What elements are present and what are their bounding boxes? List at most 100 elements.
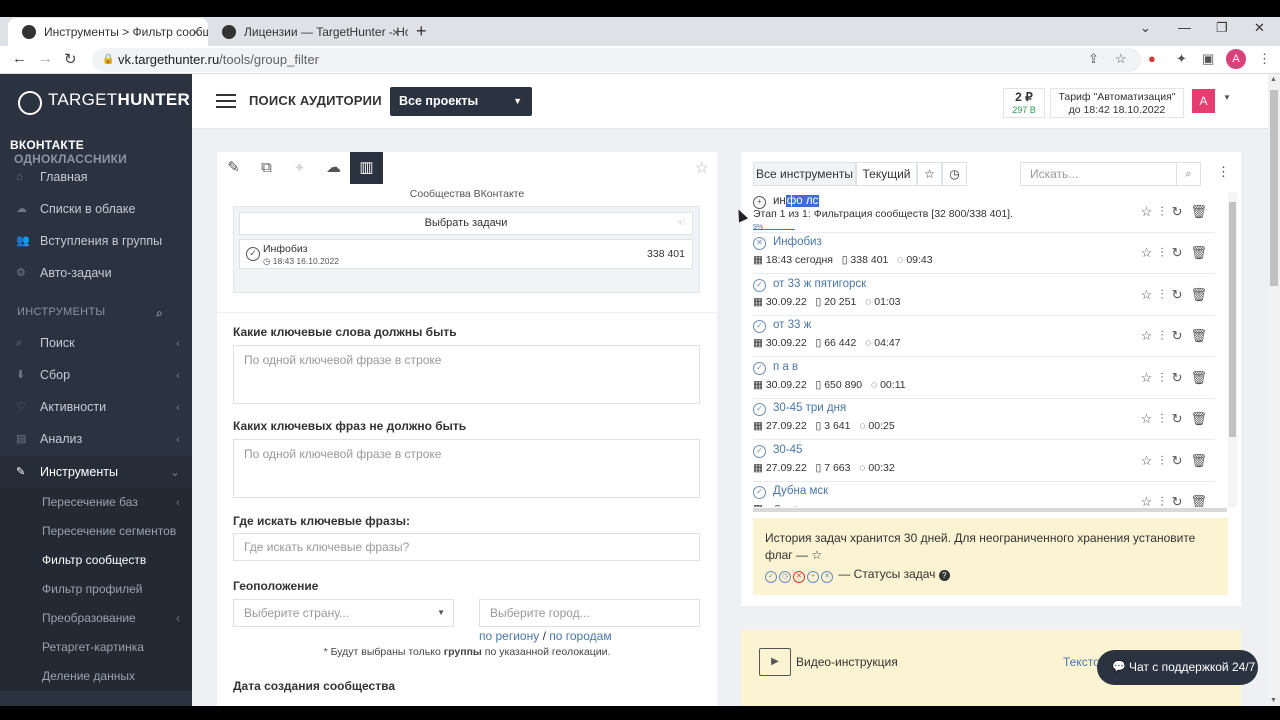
- settings-sliders-icon[interactable]: ⫶: [1160, 494, 1171, 507]
- menu-burger-icon[interactable]: [216, 94, 236, 108]
- sidebar-sub-item[interactable]: Пересечение баз ‹: [0, 488, 192, 517]
- star-icon[interactable]: ☆: [1141, 370, 1161, 385]
- scroll-down-icon[interactable]: ▼: [1270, 697, 1277, 704]
- star-icon[interactable]: ☆: [1141, 204, 1161, 219]
- page-scrollbar[interactable]: ▲ ▼: [1268, 74, 1280, 706]
- sidebar-item-analysis[interactable]: ▤ Анализ ‹: [0, 423, 192, 455]
- network-vk[interactable]: ВКОНТАКТЕ: [10, 138, 84, 152]
- task-item[interactable]: ✕ Инфобиз ▦ 18:43 сегодня ▯ 338 401 ◌ 09:4…: [753, 233, 1215, 274]
- star-icon[interactable]: ☆: [1141, 245, 1161, 260]
- horizontal-scrollbar[interactable]: [753, 508, 1227, 512]
- tab-all-tools[interactable]: Все инструменты: [753, 162, 856, 186]
- new-tab-icon[interactable]: +: [416, 21, 427, 42]
- kw-exclude-textarea[interactable]: По одной ключевой фразе в строке: [233, 439, 700, 498]
- task-item[interactable]: ✓ от 33 ж ▦ 30.09.22 ▯ 66 442 ◌ 04:47 ☆⫶↻🗑: [753, 316, 1215, 357]
- star-icon[interactable]: ☆: [1141, 453, 1161, 468]
- history-clock-icon[interactable]: ◷: [942, 162, 967, 186]
- pick-tasks-button[interactable]: Выбрать задачи ☜: [239, 212, 693, 235]
- settings-sliders-icon[interactable]: ⫶: [1160, 370, 1171, 385]
- trash-icon[interactable]: 🗑: [1190, 245, 1215, 260]
- search-icon[interactable]: ⌕: [156, 306, 163, 321]
- city-select[interactable]: Выберите город...: [479, 599, 700, 627]
- task-item[interactable]: ✓ от 33 ж пятигорск ▦ 30.09.22 ▯ 20 251 ◌ …: [753, 275, 1215, 316]
- close-tab-icon[interactable]: ×: [392, 18, 400, 46]
- browser-tab-active[interactable]: Инструменты > Фильтр сообщес ×: [8, 18, 208, 46]
- task-name[interactable]: 30-45 три дня: [773, 402, 846, 414]
- task-item[interactable]: ✓ Дубна мск ▦ ▯ ◌ ☆⫶↻🗑: [753, 482, 1215, 507]
- refresh-icon[interactable]: ↻: [1172, 287, 1191, 302]
- trash-icon[interactable]: 🗑: [1190, 494, 1215, 507]
- sidebar-item-group-joins[interactable]: 👥 Вступления в группы: [0, 225, 192, 257]
- star-icon[interactable]: ☆: [1141, 328, 1161, 343]
- trash-icon[interactable]: 🗑: [1190, 370, 1215, 385]
- sidepanel-icon[interactable]: ▣: [1202, 51, 1214, 67]
- extensions-icon[interactable]: ✦: [1176, 51, 1187, 67]
- sidebar-item-search[interactable]: ⌕ Поиск ‹: [0, 327, 192, 359]
- settings-sliders-icon[interactable]: ⫶: [1160, 411, 1171, 426]
- task-search-input[interactable]: Искать... ⌕: [1020, 162, 1201, 186]
- sidebar-sub-item[interactable]: Деление данных: [0, 662, 192, 691]
- video-label[interactable]: Видео-инструкция: [796, 655, 898, 669]
- sidebar-item-home[interactable]: ⌂ Главная: [0, 161, 192, 193]
- adblock-icon[interactable]: ●: [1148, 51, 1156, 66]
- task-name[interactable]: 30-45: [773, 444, 802, 456]
- logo[interactable]: TARGETHUNTER: [18, 90, 190, 116]
- tab-search-icon[interactable]: ⌄: [1140, 20, 1151, 36]
- star-icon[interactable]: ☆: [1141, 287, 1161, 302]
- refresh-icon[interactable]: ↻: [1172, 411, 1191, 426]
- refresh-icon[interactable]: ↻: [1172, 494, 1191, 507]
- refresh-icon[interactable]: ↻: [1172, 245, 1191, 260]
- country-select[interactable]: Выберите страну... ▼: [233, 599, 454, 627]
- sidebar-item-auto-tasks[interactable]: ⚙ Авто-задачи: [0, 257, 192, 289]
- bookmark-star-icon[interactable]: ☆: [1115, 51, 1127, 67]
- refresh-icon[interactable]: ↻: [1172, 370, 1191, 385]
- task-name[interactable]: п а в: [773, 361, 798, 373]
- minimize-icon[interactable]: —: [1178, 20, 1191, 35]
- sidebar-sub-item-active[interactable]: Фильтр сообществ: [0, 546, 192, 575]
- kw-include-textarea[interactable]: По одной ключевой фразе в строке: [233, 345, 700, 404]
- source-item[interactable]: ✓ Инфобиз ◷ 18:43 16.10.2022 338 401: [239, 239, 693, 269]
- sidebar-sub-item[interactable]: Ретаргет-картинка: [0, 633, 192, 662]
- task-list-scrollbar[interactable]: [1228, 192, 1237, 507]
- project-select[interactable]: Все проекты ▼: [390, 87, 532, 116]
- caret-down-icon[interactable]: ▼: [1223, 93, 1231, 102]
- sidebar-item-cloud-lists[interactable]: ☁ Списки в облаке: [0, 193, 192, 225]
- settings-sliders-icon[interactable]: ⫶: [1160, 453, 1171, 468]
- menu-kebab-icon[interactable]: ⋮: [1258, 51, 1271, 67]
- support-chat-button[interactable]: 💬 Чат с поддержкой 24/7: [1097, 650, 1258, 685]
- text-instruction-link[interactable]: Тексто: [1063, 655, 1100, 669]
- task-name[interactable]: от 33 ж: [773, 319, 811, 331]
- task-name[interactable]: Инфобиз: [773, 236, 822, 248]
- location-icon[interactable]: ⌖: [283, 152, 316, 184]
- task-item[interactable]: ✓ 30-45 три дня ▦ 27.09.22 ▯ 3 641 ◌ 00:25…: [753, 399, 1215, 440]
- sidebar-sub-item[interactable]: Преобразование ‹: [0, 604, 192, 633]
- favorite-star-icon[interactable]: ☆: [695, 158, 709, 178]
- sidebar-sub-item[interactable]: Пересечение сегментов: [0, 517, 192, 546]
- star-icon[interactable]: ☆: [1141, 411, 1161, 426]
- copy-icon[interactable]: ⧉: [250, 152, 283, 184]
- by-city-link[interactable]: по городам: [549, 629, 611, 643]
- refresh-icon[interactable]: ↻: [1172, 328, 1191, 343]
- browser-tab[interactable]: Лицензии — TargetHunter - Но ×: [208, 18, 408, 46]
- scroll-up-icon[interactable]: ▲: [1270, 76, 1277, 83]
- trash-icon[interactable]: 🗑: [1190, 204, 1215, 219]
- user-avatar[interactable]: A: [1192, 89, 1215, 113]
- search-icon[interactable]: ⌕: [1176, 162, 1200, 186]
- task-name[interactable]: Дубна мск: [773, 485, 828, 497]
- help-icon[interactable]: ?: [938, 570, 950, 581]
- forward-icon[interactable]: →: [38, 50, 53, 67]
- where-input[interactable]: Где искать ключевые фразы?: [233, 533, 700, 561]
- tab-current[interactable]: Текущий: [856, 162, 917, 186]
- trash-icon[interactable]: 🗑: [1190, 411, 1215, 426]
- sidebar-item-activity[interactable]: ♡ Активности ‹: [0, 391, 192, 423]
- close-window-icon[interactable]: ✕: [1254, 20, 1265, 36]
- restore-icon[interactable]: ❐: [1216, 20, 1228, 36]
- star-icon[interactable]: ☆: [1141, 494, 1161, 507]
- cloud-upload-icon[interactable]: ☁: [317, 152, 350, 184]
- settings-sliders-icon[interactable]: ⫶: [1160, 328, 1171, 343]
- trash-icon[interactable]: 🗑: [1190, 328, 1215, 343]
- sidebar-item-collect[interactable]: ⬇ Сбор ‹: [0, 359, 192, 391]
- book-icon[interactable]: ▥: [350, 152, 383, 184]
- sidebar-item-tools[interactable]: ✎ Инструменты ⌄: [0, 456, 192, 488]
- by-region-link[interactable]: по региону: [479, 629, 539, 643]
